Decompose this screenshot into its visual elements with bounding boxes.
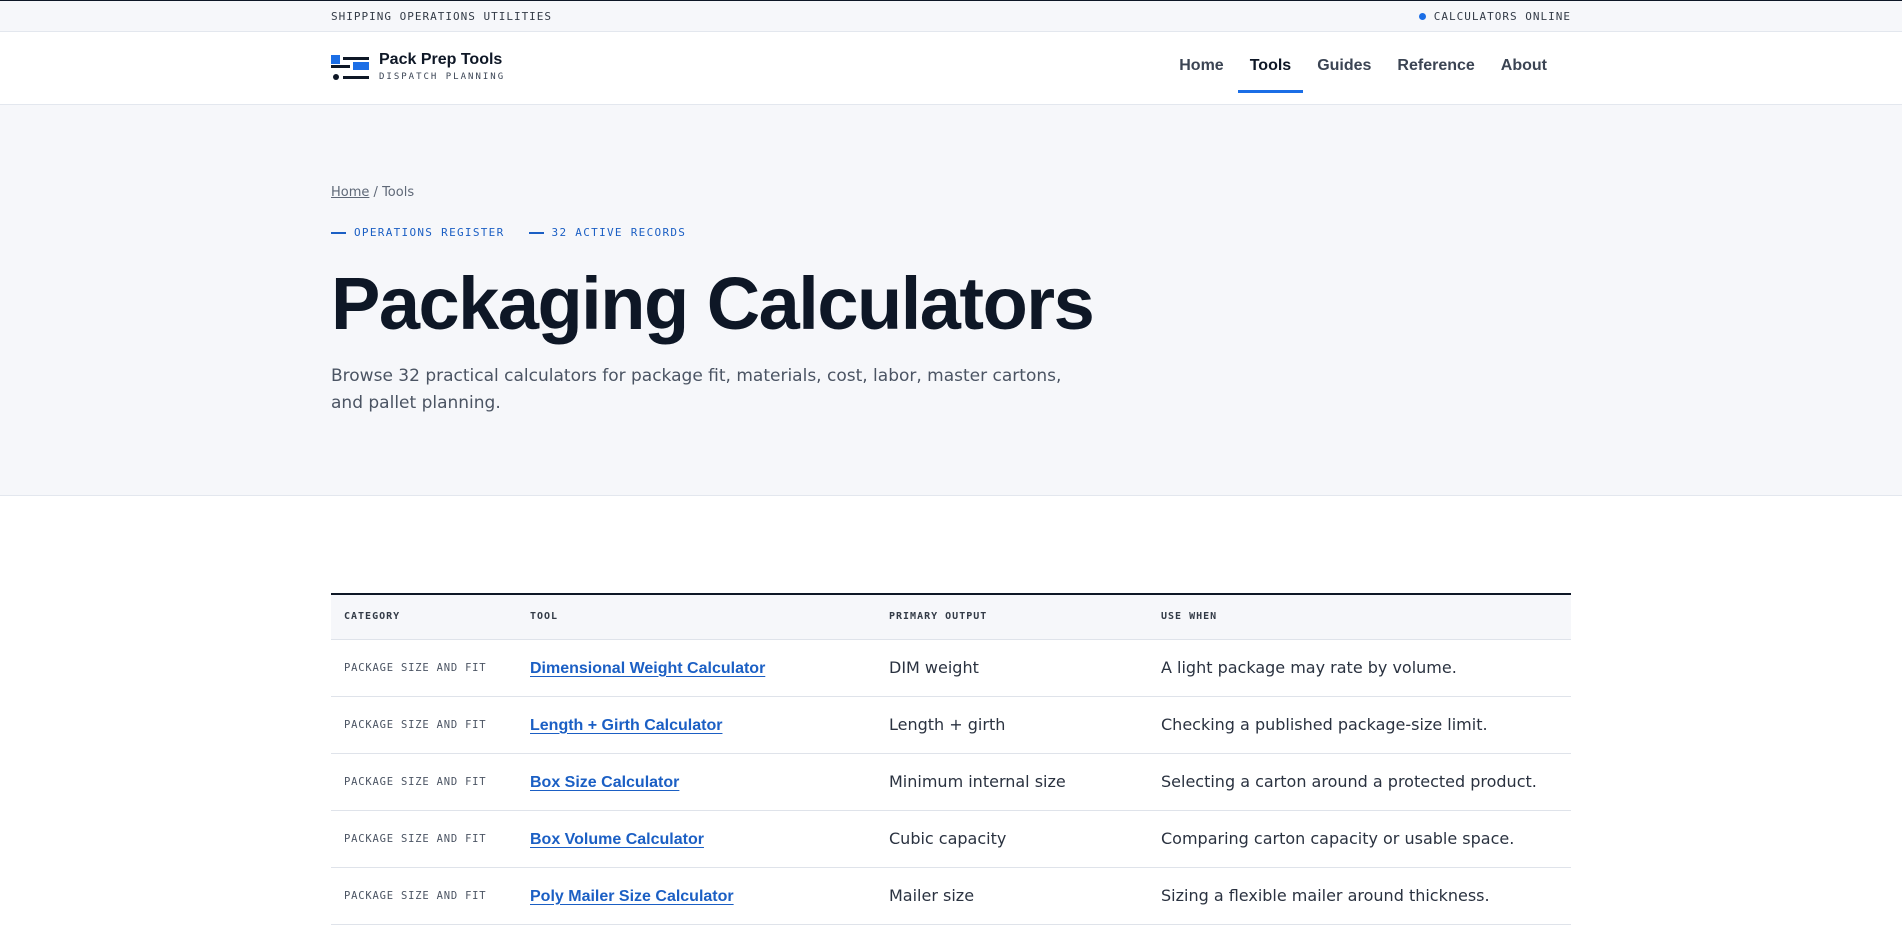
status-indicator: CALCULATORS ONLINE	[1418, 10, 1571, 23]
row-use-when: Sizing a flexible mailer around thicknes…	[1148, 867, 1571, 925]
table-row: PACKAGE SIZE AND FIT Dimensional Weight …	[331, 639, 1571, 697]
tag-label: OPERATIONS REGISTER	[354, 226, 505, 239]
row-use-when: A light package may rate by volume.	[1148, 639, 1571, 697]
row-output: Cubic capacity	[876, 810, 1148, 868]
tool-link-box-volume[interactable]: Box Volume Calculator	[530, 831, 704, 848]
table-row: PACKAGE SIZE AND FIT Box Volume Calculat…	[331, 810, 1571, 868]
row-use-when: Selecting a carton around a protected pr…	[1148, 753, 1571, 811]
table-row: PACKAGE SIZE AND FIT Box Size Calculator…	[331, 753, 1571, 811]
tools-table: CATEGORY TOOL PRIMARY OUTPUT USE WHEN PA…	[331, 593, 1571, 925]
row-use-when: Checking a published package-size limit.	[1148, 696, 1571, 754]
column-header-category: CATEGORY	[331, 594, 517, 640]
row-output: Mailer size	[876, 867, 1148, 925]
dash-icon	[331, 231, 346, 234]
row-category: PACKAGE SIZE AND FIT	[331, 810, 517, 868]
hero-section: Home / Tools OPERATIONS REGISTER 32 ACTI…	[0, 105, 1902, 496]
dash-icon	[528, 231, 544, 234]
brand-tagline: DISPATCH PLANNING	[379, 72, 506, 82]
utility-label: SHIPPING OPERATIONS UTILITIES	[331, 10, 553, 23]
table-row: PACKAGE SIZE AND FIT Length + Girth Calc…	[331, 696, 1571, 754]
sliders-logo-icon	[331, 52, 369, 82]
page-lede: Browse 32 practical calculators for pack…	[331, 366, 1062, 413]
row-category: PACKAGE SIZE AND FIT	[331, 867, 517, 925]
nav-guides[interactable]: Guides	[1305, 32, 1383, 105]
breadcrumb-home-link[interactable]: Home	[331, 185, 369, 200]
breadcrumb-separator: /	[373, 185, 378, 200]
row-output: DIM weight	[876, 639, 1148, 697]
site-header: Pack Prep Tools DISPATCH PLANNING Home T…	[0, 32, 1902, 105]
row-category: PACKAGE SIZE AND FIT	[331, 753, 517, 811]
tag-register: OPERATIONS REGISTER	[331, 226, 505, 239]
nav-reference[interactable]: Reference	[1385, 32, 1486, 105]
status-text: CALCULATORS ONLINE	[1433, 10, 1571, 23]
brand-link[interactable]: Pack Prep Tools DISPATCH PLANNING	[331, 51, 505, 82]
nav-about[interactable]: About	[1489, 32, 1559, 105]
tool-link-poly-mailer[interactable]: Poly Mailer Size Calculator	[530, 888, 734, 905]
hero-tags: OPERATIONS REGISTER 32 ACTIVE RECORDS	[331, 226, 686, 239]
tools-table-wrap: CATEGORY TOOL PRIMARY OUTPUT USE WHEN PA…	[331, 593, 1571, 925]
column-header-output: PRIMARY OUTPUT	[876, 594, 1148, 640]
tag-records: 32 ACTIVE RECORDS	[528, 226, 687, 239]
breadcrumb-current: Tools	[382, 185, 415, 200]
online-dot-icon	[1418, 13, 1426, 20]
table-header-row: CATEGORY TOOL PRIMARY OUTPUT USE WHEN	[331, 594, 1571, 640]
main-nav: Home Tools Guides Reference About	[1165, 32, 1559, 105]
tool-link-length-girth[interactable]: Length + Girth Calculator	[530, 717, 722, 734]
row-output: Length + girth	[876, 696, 1148, 754]
column-header-use-when: USE WHEN	[1148, 594, 1571, 640]
nav-home[interactable]: Home	[1167, 32, 1235, 105]
page-title: Packaging Calculators	[331, 262, 1095, 345]
table-row: PACKAGE SIZE AND FIT Poly Mailer Size Ca…	[331, 867, 1571, 925]
column-header-tool: TOOL	[517, 594, 876, 640]
row-category: PACKAGE SIZE AND FIT	[331, 639, 517, 697]
nav-tools[interactable]: Tools	[1237, 32, 1304, 105]
breadcrumb: Home / Tools	[331, 185, 414, 200]
row-use-when: Comparing carton capacity or usable spac…	[1148, 810, 1571, 868]
utility-bar: SHIPPING OPERATIONS UTILITIES CALCULATOR…	[0, 0, 1902, 32]
row-output: Minimum internal size	[876, 753, 1148, 811]
tag-label: 32 ACTIVE RECORDS	[551, 226, 687, 239]
tool-link-dimensional-weight[interactable]: Dimensional Weight Calculator	[530, 660, 765, 677]
brand-name: Pack Prep Tools	[379, 51, 503, 68]
tool-link-box-size[interactable]: Box Size Calculator	[530, 774, 679, 791]
row-category: PACKAGE SIZE AND FIT	[331, 696, 517, 754]
